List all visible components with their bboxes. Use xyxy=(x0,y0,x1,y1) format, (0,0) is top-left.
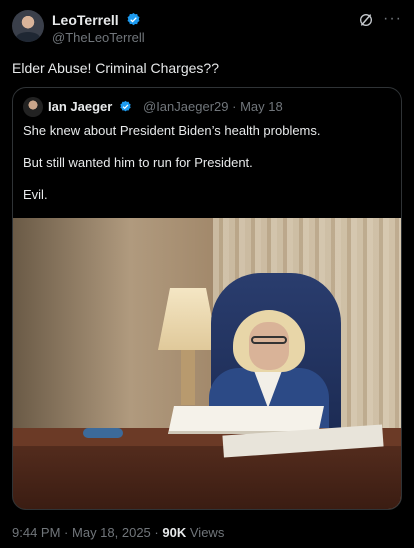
author-name[interactable]: LeoTerrell xyxy=(52,12,119,28)
tweet-header: LeoTerrell @TheLeoTerrell ··· xyxy=(12,10,402,50)
separator-dot: · xyxy=(154,525,159,540)
quoted-author-name: Ian Jaeger xyxy=(48,99,113,114)
quoted-tweet[interactable]: Ian Jaeger @IanJaeger29 · May 18 She kne… xyxy=(12,87,402,510)
tweet-text: Elder Abuse! Criminal Charges?? xyxy=(12,60,219,76)
separator-dot: · xyxy=(64,525,69,540)
tweet-time[interactable]: 9:44 PM xyxy=(12,525,60,540)
photo-lamp-base xyxy=(181,350,195,405)
photo-person-face xyxy=(249,322,289,370)
photo-cord xyxy=(83,428,123,438)
views-label: Views xyxy=(189,525,225,540)
quoted-photo[interactable] xyxy=(13,218,401,509)
verified-badge-icon xyxy=(120,100,131,112)
quoted-author-name-row: Ian Jaeger xyxy=(48,99,132,114)
quoted-text-line: Evil. xyxy=(23,187,48,202)
quoted-text-line: But still wanted him to run for Presiden… xyxy=(23,155,253,170)
quoted-text-line: She knew about President Biden’s health … xyxy=(23,123,321,138)
author-handle[interactable]: @TheLeoTerrell xyxy=(52,30,145,45)
views-count: 90K xyxy=(162,525,187,540)
tweet-date[interactable]: May 18, 2025 xyxy=(72,525,151,540)
quoted-date: May 18 xyxy=(240,99,283,114)
verified-badge-icon xyxy=(127,12,140,26)
quoted-author-avatar xyxy=(23,97,43,117)
more-icon[interactable]: ··· xyxy=(383,10,402,28)
grok-icon[interactable] xyxy=(358,12,374,28)
quoted-handle-date: @IanJaeger29 · May 18 xyxy=(143,99,283,114)
quoted-author-handle: @IanJaeger29 xyxy=(143,99,229,114)
separator-dot: · xyxy=(232,99,237,114)
tweet-meta: 9:44 PM · May 18, 2025 · 90K Views xyxy=(12,525,224,540)
author-name-row[interactable]: LeoTerrell xyxy=(52,12,141,28)
author-avatar[interactable] xyxy=(12,10,44,42)
photo-person-glasses xyxy=(251,336,287,344)
